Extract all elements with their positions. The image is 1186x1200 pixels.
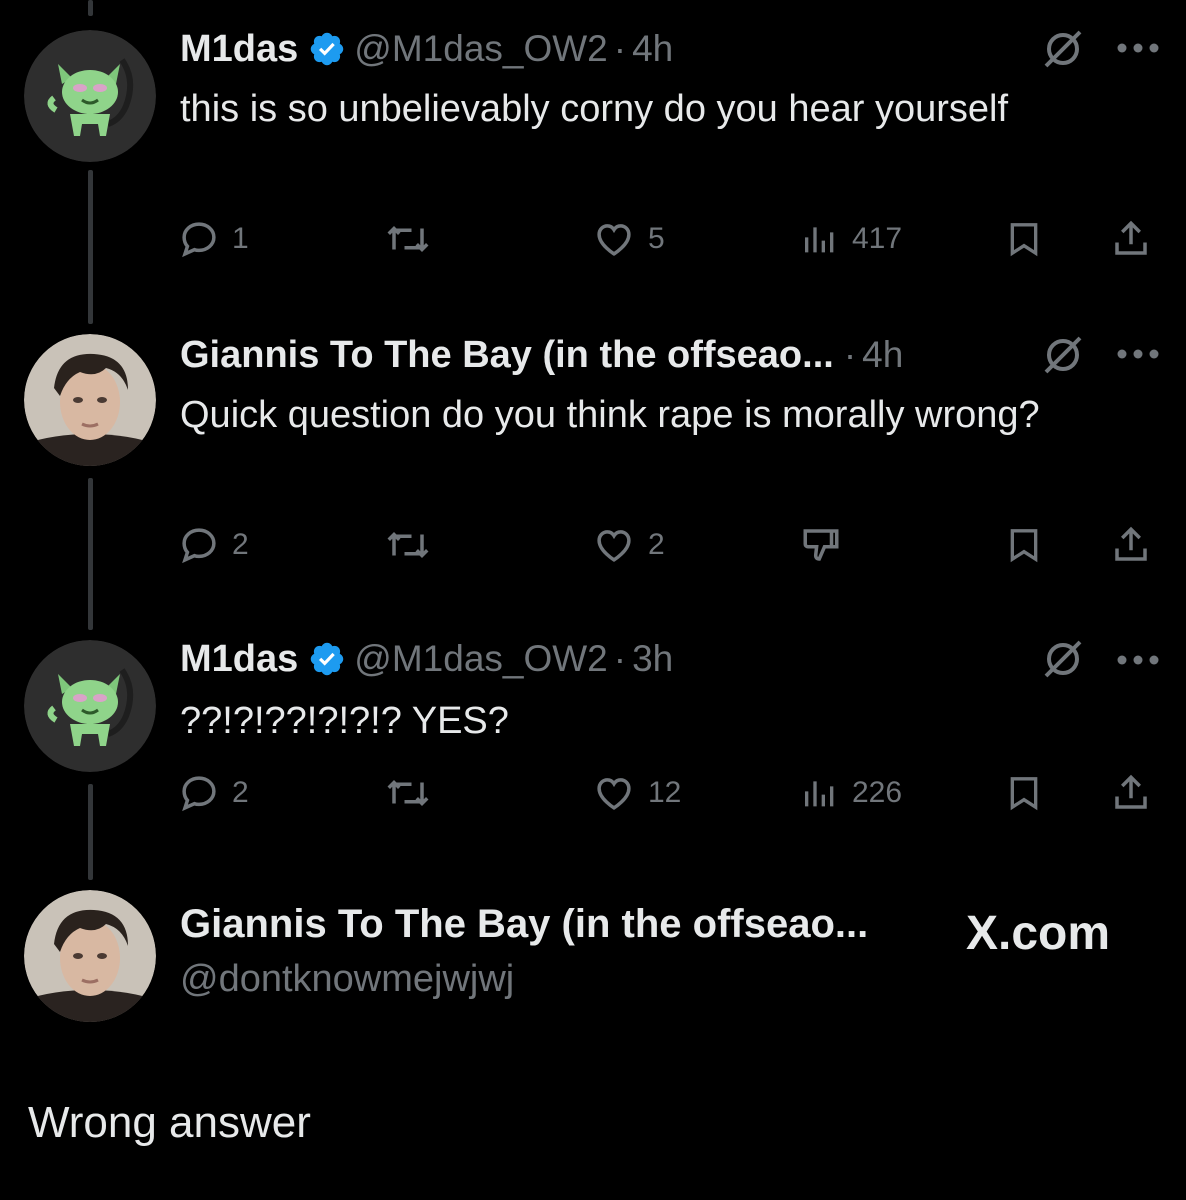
- author-handle[interactable]: @M1das_OW2: [354, 638, 607, 680]
- view-count: 417: [852, 222, 903, 255]
- caption-text: Wrong answer: [28, 1098, 311, 1147]
- retweet-button[interactable]: [384, 214, 432, 264]
- tweet-header: Giannis To The Bay (in the offseao... · …: [180, 330, 903, 380]
- share-button[interactable]: [1110, 768, 1152, 818]
- more-options-icon[interactable]: [1116, 42, 1160, 54]
- like-button[interactable]: 5: [592, 214, 665, 264]
- author-name[interactable]: M1das: [180, 638, 298, 681]
- avatar[interactable]: [24, 30, 156, 162]
- tweet-actions: 1 5 417: [178, 214, 1158, 264]
- x-logo: X.com: [966, 907, 1111, 960]
- author-name[interactable]: M1das: [180, 28, 298, 71]
- like-count: 12: [648, 776, 682, 809]
- reply-button[interactable]: 1: [178, 214, 249, 264]
- tweet-header: M1das @M1das_OW2 · 3h: [180, 634, 673, 684]
- share-icon: [1115, 220, 1147, 255]
- timestamp[interactable]: 4h: [632, 28, 673, 70]
- separator: ·: [613, 28, 627, 69]
- timestamp[interactable]: 3h: [632, 638, 673, 680]
- author-handle[interactable]: @dontknowmejwjwj: [180, 958, 514, 1001]
- thumbs-down-icon: [803, 529, 839, 561]
- more-options-icon[interactable]: [1116, 348, 1160, 360]
- views-icon: [805, 227, 834, 253]
- thread-line-2: [88, 478, 93, 630]
- heart-icon: [597, 224, 631, 256]
- like-count: 2: [648, 528, 665, 561]
- views-button[interactable]: 226: [800, 768, 902, 818]
- tweet-text: this is so unbelievably corny do you hea…: [180, 88, 1009, 130]
- bookmark-icon: [1010, 529, 1038, 563]
- retweet-icon: [387, 532, 429, 558]
- reply-count: 2: [232, 528, 249, 561]
- share-icon: [1115, 526, 1147, 561]
- tweet-actions: 2 12 226: [178, 768, 1158, 818]
- verified-badge-icon: [311, 32, 344, 66]
- tweet-text: ??!?!??!?!?!? YES?: [180, 700, 509, 742]
- bookmark-icon: [1010, 777, 1038, 811]
- thread-line-1: [88, 170, 93, 324]
- reply-icon: [182, 776, 216, 812]
- bookmark-icon: [1010, 223, 1038, 257]
- reply-icon: [182, 222, 216, 258]
- view-count: 226: [852, 776, 903, 809]
- bookmark-button[interactable]: [1004, 520, 1044, 570]
- avatar[interactable]: [24, 640, 156, 772]
- heart-icon: [597, 530, 631, 562]
- retweet-icon: [387, 226, 429, 252]
- grok-icon[interactable]: [1040, 332, 1086, 378]
- author-handle[interactable]: @M1das_OW2: [354, 28, 607, 70]
- dislike-button[interactable]: [798, 520, 844, 570]
- author-name[interactable]: Giannis To The Bay (in the offseao...: [180, 334, 834, 377]
- grok-icon[interactable]: [1040, 636, 1086, 682]
- like-count: 5: [648, 222, 665, 255]
- heart-icon: [597, 778, 631, 810]
- thread-line-3: [88, 784, 93, 880]
- avatar[interactable]: [24, 334, 156, 466]
- views-button[interactable]: 417: [800, 214, 902, 264]
- tweet-text: Quick question do you think rape is mora…: [180, 394, 1040, 436]
- separator: ·: [843, 334, 857, 375]
- reply-button[interactable]: 2: [178, 520, 249, 570]
- like-button[interactable]: 2: [592, 520, 665, 570]
- retweet-icon: [387, 780, 429, 806]
- timestamp[interactable]: 4h: [862, 334, 903, 376]
- share-button[interactable]: [1110, 214, 1152, 264]
- reply-icon: [182, 528, 216, 564]
- bookmark-button[interactable]: [1004, 768, 1044, 818]
- tweet-header: M1das @M1das_OW2 · 4h: [180, 24, 673, 74]
- like-button[interactable]: 12: [592, 768, 681, 818]
- more-options-icon[interactable]: [1116, 654, 1160, 666]
- tweet-actions: 2 2: [178, 520, 1158, 570]
- retweet-button[interactable]: [384, 520, 432, 570]
- avatar[interactable]: [24, 890, 156, 1022]
- grok-icon[interactable]: [1040, 26, 1086, 72]
- reply-button[interactable]: 2: [178, 768, 249, 818]
- thread-line-top: [88, 0, 93, 16]
- separator: ·: [613, 638, 627, 679]
- share-button[interactable]: [1110, 520, 1152, 570]
- bookmark-button[interactable]: [1004, 214, 1044, 264]
- verified-badge-icon: [311, 642, 344, 676]
- reply-count: 1: [232, 222, 249, 255]
- retweet-button[interactable]: [384, 768, 432, 818]
- author-name[interactable]: Giannis To The Bay (in the offseao...: [180, 902, 868, 947]
- share-icon: [1115, 774, 1147, 809]
- views-icon: [805, 781, 834, 807]
- reply-count: 2: [232, 776, 249, 809]
